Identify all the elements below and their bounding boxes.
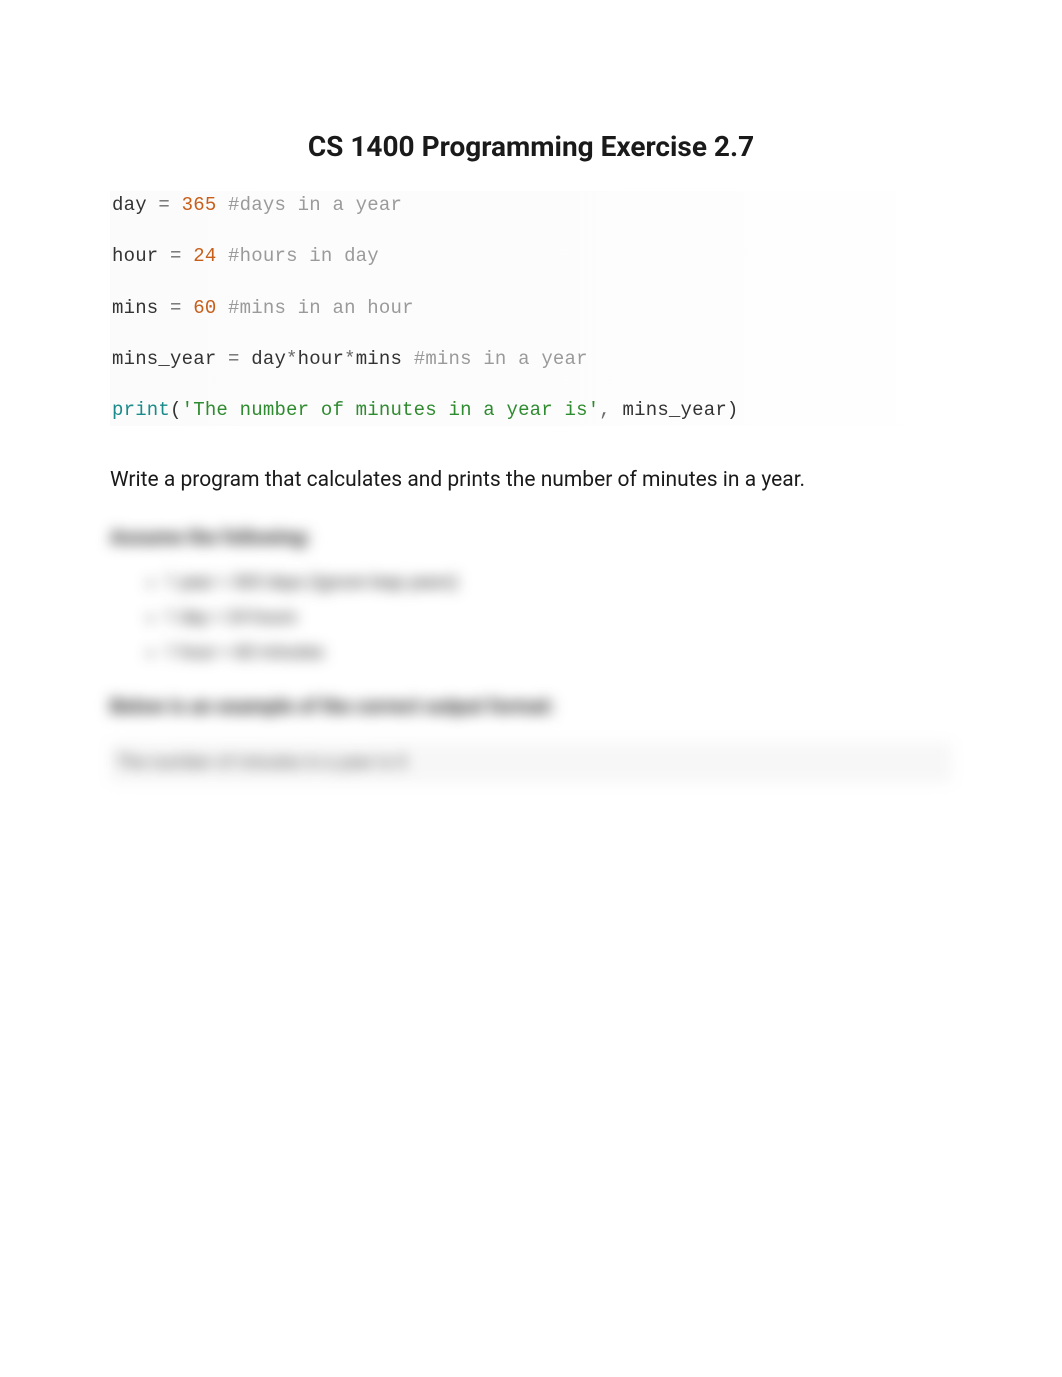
blurred-list: 1 year = 365 days (Ignore leap years) 1 … xyxy=(110,569,952,666)
instruction-text: Write a program that calculates and prin… xyxy=(110,466,952,495)
code-block: day = 365 #days in a year hour = 24 #hou… xyxy=(110,191,952,426)
code-line-3: mins = 60 #mins in an hour xyxy=(112,297,414,319)
blurred-output-example: The number of minutes in a year is X xyxy=(110,742,952,783)
blurred-content: Assume the following: 1 year = 365 days … xyxy=(110,525,952,783)
page-title: CS 1400 Programming Exercise 2.7 xyxy=(110,130,952,163)
blurred-heading-output: Below is an example of the correct outpu… xyxy=(110,694,952,718)
code-line-4: mins_year = day*hour*mins #mins in a yea… xyxy=(112,348,588,370)
list-item: 1 year = 365 days (Ignore leap years) xyxy=(165,569,952,596)
blurred-heading-assume: Assume the following: xyxy=(110,525,952,549)
code-line-1: day = 365 #days in a year xyxy=(112,194,402,216)
list-item: 1 day = 24 hours xyxy=(165,604,952,631)
code-line-5: print('The number of minutes in a year i… xyxy=(112,399,739,421)
list-item: 1 hour = 60 minutes xyxy=(165,639,952,666)
code-line-2: hour = 24 #hours in day xyxy=(112,245,379,267)
